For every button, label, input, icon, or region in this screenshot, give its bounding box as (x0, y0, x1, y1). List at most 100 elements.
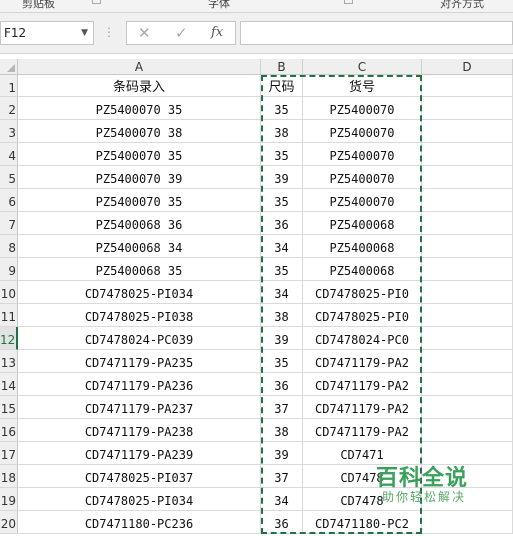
cell-b[interactable]: 35 (261, 258, 303, 281)
cell-b[interactable]: 38 (261, 304, 303, 327)
cell-c[interactable]: CD7478024-PC0 (303, 327, 422, 350)
cell-b[interactable]: 36 (261, 373, 303, 396)
row-header[interactable]: 6 (0, 189, 18, 212)
cell-d[interactable] (422, 97, 513, 120)
column-header-b[interactable]: B (261, 59, 303, 75)
cell-d[interactable] (422, 258, 513, 281)
row-header[interactable]: 13 (0, 350, 18, 373)
cell-b[interactable]: 39 (261, 442, 303, 465)
cell-d[interactable] (422, 166, 513, 189)
cell-b[interactable]: 34 (261, 488, 303, 511)
row-header[interactable]: 7 (0, 212, 18, 235)
dialog-launcher-icon[interactable] (92, 0, 101, 4)
name-box[interactable]: F12 ▼ (0, 21, 94, 45)
cell-d[interactable] (422, 396, 513, 419)
cell-b[interactable]: 35 (261, 143, 303, 166)
cell-b[interactable]: 尺码 (261, 75, 303, 97)
row-header[interactable]: 4 (0, 143, 18, 166)
cell-a[interactable]: CD7478024-PC039 (18, 327, 261, 350)
row-header[interactable]: 10 (0, 281, 18, 304)
cell-d[interactable] (422, 373, 513, 396)
cell-c[interactable]: CD7471179-PA2 (303, 396, 422, 419)
insert-function-icon[interactable]: fx (211, 25, 223, 40)
cell-d[interactable] (422, 304, 513, 327)
row-header[interactable]: 15 (0, 396, 18, 419)
cell-c[interactable]: PZ5400070 (303, 97, 422, 120)
cell-a[interactable]: PZ5400070 38 (18, 120, 261, 143)
cell-d[interactable] (422, 212, 513, 235)
cell-d[interactable] (422, 189, 513, 212)
row-header[interactable]: 16 (0, 419, 18, 442)
cell-b[interactable]: 37 (261, 396, 303, 419)
cell-a[interactable]: CD7471179-PA235 (18, 350, 261, 373)
row-header[interactable]: 3 (0, 120, 18, 143)
cancel-icon[interactable]: ✕ (138, 24, 151, 42)
cell-b[interactable]: 38 (261, 120, 303, 143)
cell-d[interactable] (422, 511, 513, 534)
row-header[interactable]: 5 (0, 166, 18, 189)
row-header[interactable]: 2 (0, 97, 18, 120)
cell-b[interactable]: 36 (261, 212, 303, 235)
cell-c[interactable]: PZ5400070 (303, 166, 422, 189)
cell-b[interactable]: 35 (261, 97, 303, 120)
cell-a[interactable]: CD7478025-PI038 (18, 304, 261, 327)
cell-c[interactable]: PZ5400068 (303, 235, 422, 258)
row-header[interactable]: 1 (0, 75, 18, 97)
cell-a[interactable]: CD7471180-PC236 (18, 511, 261, 534)
cell-b[interactable]: 39 (261, 166, 303, 189)
row-header[interactable]: 9 (0, 258, 18, 281)
cell-c[interactable]: PZ5400068 (303, 212, 422, 235)
cell-a[interactable]: PZ5400070 39 (18, 166, 261, 189)
cell-c[interactable]: PZ5400070 (303, 189, 422, 212)
column-header-c[interactable]: C (303, 59, 422, 75)
cell-a[interactable]: CD7478025-PI037 (18, 465, 261, 488)
row-header[interactable]: 11 (0, 304, 18, 327)
cell-a[interactable]: PZ5400070 35 (18, 97, 261, 120)
cell-a[interactable]: CD7471179-PA237 (18, 396, 261, 419)
select-all-corner[interactable] (0, 59, 18, 75)
cell-d[interactable] (422, 235, 513, 258)
cell-a[interactable]: PZ5400070 35 (18, 189, 261, 212)
cell-a[interactable]: CD7471179-PA236 (18, 373, 261, 396)
cell-a[interactable]: PZ5400068 34 (18, 235, 261, 258)
cell-d[interactable] (422, 75, 513, 97)
column-header-a[interactable]: A (18, 59, 261, 75)
confirm-icon[interactable]: ✓ (175, 24, 188, 42)
cell-a[interactable]: CD7471179-PA238 (18, 419, 261, 442)
cell-b[interactable]: 39 (261, 327, 303, 350)
cell-b[interactable]: 37 (261, 465, 303, 488)
cell-d[interactable] (422, 419, 513, 442)
row-header[interactable]: 17 (0, 442, 18, 465)
cell-b[interactable]: 34 (261, 281, 303, 304)
more-options-icon[interactable]: ⋮ (103, 25, 115, 39)
cell-d[interactable] (422, 281, 513, 304)
cell-a[interactable]: CD7471179-PA239 (18, 442, 261, 465)
cell-c[interactable]: CD7478025-PI0 (303, 281, 422, 304)
cell-c[interactable]: CD7478025-PI0 (303, 304, 422, 327)
cell-c[interactable]: CD7471179-PA2 (303, 419, 422, 442)
cell-b[interactable]: 35 (261, 189, 303, 212)
cell-a[interactable]: PZ5400070 35 (18, 143, 261, 166)
row-header[interactable]: 14 (0, 373, 18, 396)
cell-a[interactable]: 条码录入 (18, 75, 261, 97)
cell-a[interactable]: CD7478025-PI034 (18, 281, 261, 304)
cell-b[interactable]: 35 (261, 350, 303, 373)
cell-b[interactable]: 38 (261, 419, 303, 442)
dialog-launcher-icon[interactable] (344, 0, 353, 4)
cell-c[interactable]: PZ5400070 (303, 143, 422, 166)
row-header[interactable]: 19 (0, 488, 18, 511)
cell-b[interactable]: 36 (261, 511, 303, 534)
cell-c[interactable]: CD7471179-PA2 (303, 373, 422, 396)
cell-d[interactable] (422, 120, 513, 143)
cell-a[interactable]: CD7478025-PI034 (18, 488, 261, 511)
cell-d[interactable] (422, 350, 513, 373)
cell-c[interactable]: 货号 (303, 75, 422, 97)
row-header[interactable]: 8 (0, 235, 18, 258)
cell-c[interactable]: CD7471179-PA2 (303, 350, 422, 373)
cell-a[interactable]: PZ5400068 35 (18, 258, 261, 281)
row-header[interactable]: 20 (0, 511, 18, 534)
column-header-d[interactable]: D (422, 59, 513, 75)
cell-c[interactable]: CD7471180-PC2 (303, 511, 422, 534)
row-header[interactable]: 18 (0, 465, 18, 488)
row-header[interactable]: 12 (0, 327, 18, 350)
